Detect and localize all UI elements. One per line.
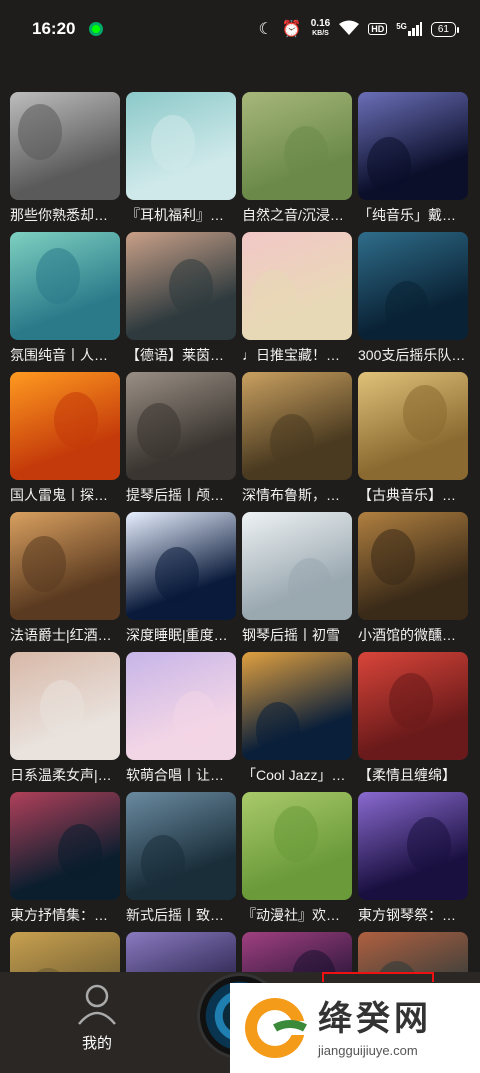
- playlist-card[interactable]: 小酒馆的微醺时刻: [358, 512, 468, 648]
- playlist-card[interactable]: 法语爵士|红酒与夜: [10, 512, 120, 648]
- playlist-card[interactable]: 「纯音乐」戴上耳机: [358, 92, 468, 228]
- playlist-title: 東方钢琴祭：永夜: [358, 907, 468, 923]
- playlist-cover-image: [358, 92, 468, 200]
- playlist-cover-image: [126, 232, 236, 340]
- playlist-title: 提琴后摇丨颅内高潮: [126, 487, 236, 503]
- nav-me-label: 我的: [81, 1035, 112, 1052]
- watermark-logo-icon: [245, 998, 307, 1058]
- playlist-title: 『耳机福利』二次元日系清新: [126, 207, 236, 223]
- playlist-cover-image: [358, 372, 468, 480]
- playlist-card[interactable]: 300支后摇乐队精选: [358, 232, 468, 368]
- playlist-title: 那些你熟悉却叫不出名字的纯音乐: [10, 207, 120, 223]
- playlist-cover-image: [242, 792, 352, 900]
- playlist-cover-image: [126, 92, 236, 200]
- playlist-cover-image: [126, 792, 236, 900]
- playlist-card[interactable]: 国人雷鬼丨探索独立音乐: [10, 372, 120, 508]
- playlist-title: 深情布鲁斯，吉他之魂: [242, 487, 352, 503]
- moon-icon: ☾: [258, 21, 273, 38]
- playlist-cover-image: [126, 512, 236, 620]
- playlist-cover-image: [242, 652, 352, 760]
- playlist-title: 深度睡眠|重度失眠者专用: [126, 627, 236, 643]
- playlist-title: 软萌合唱丨让你心动: [126, 767, 236, 783]
- playlist-title: 【德语】莱茵河畔的低语: [126, 347, 236, 363]
- playlist-card[interactable]: 【古典音乐】名曲精选: [358, 372, 468, 508]
- nav-me-tab[interactable]: 我的: [62, 982, 132, 1053]
- playlist-card[interactable]: 東方钢琴祭：永夜: [358, 792, 468, 928]
- playlist-title: 『动漫社』欢乐时光: [242, 907, 352, 923]
- playlist-card[interactable]: 東方抒情集：幻想乡: [10, 792, 120, 928]
- app-indicator-icon: [89, 22, 104, 36]
- playlist-title: 氛围纯音丨人间温柔: [10, 347, 120, 363]
- playlist-title: 日系温柔女声|治愈: [10, 767, 120, 783]
- battery-icon: 61: [430, 21, 460, 37]
- playlist-title: 钢琴后摇丨初雪: [242, 627, 340, 643]
- playlist-card[interactable]: 【德语】莱茵河畔的低语: [126, 232, 236, 368]
- playlist-card[interactable]: ♩日推宝藏！来自二次元: [242, 232, 352, 368]
- playlist-title: 新式后摇丨致敬孤独: [126, 907, 236, 923]
- playlist-cover-image: [10, 792, 120, 900]
- playlist-card[interactable]: 自然之音/沉浸式白噪音: [242, 92, 352, 228]
- playlist-cover-image: [358, 512, 468, 620]
- playlist-cover-image: [242, 232, 352, 340]
- playlist-title: 300支后摇乐队精选: [358, 347, 468, 363]
- playlist-card[interactable]: 新式后摇丨致敬孤独: [126, 792, 236, 928]
- status-bar: 16:20 ☾ ⏰ 0.16 KB/S HD 5G 61: [0, 0, 480, 58]
- red-highlight: [322, 972, 434, 982]
- playlist-grid: 那些你熟悉却叫不出名字的纯音乐『耳机福利』二次元日系清新自然之音/沉浸式白噪音「…: [10, 92, 470, 1068]
- playlist-title: 国人雷鬼丨探索独立音乐: [10, 487, 120, 503]
- playlist-cover-image: [242, 512, 352, 620]
- alarm-icon: ⏰: [281, 21, 302, 38]
- playlist-cover-image: [10, 652, 120, 760]
- watermark: 绛癸网 jiangguijiuye.com: [230, 983, 480, 1073]
- playlist-cover-image: [10, 92, 120, 200]
- playlist-card[interactable]: 钢琴后摇丨初雪: [242, 512, 352, 648]
- playlist-title: ♩日推宝藏！来自二次元: [242, 347, 352, 363]
- playlist-title: 東方抒情集：幻想乡: [10, 907, 120, 923]
- playlist-card[interactable]: 提琴后摇丨颅内高潮: [126, 372, 236, 508]
- playlist-card[interactable]: 深情布鲁斯，吉他之魂: [242, 372, 352, 508]
- user-icon: [78, 984, 116, 1025]
- signal-icon: 5G: [396, 22, 422, 36]
- playlist-title: 【柔情且缠绵】: [358, 767, 456, 783]
- playlist-cover-image: [126, 652, 236, 760]
- playlist-title: 「纯音乐」戴上耳机: [358, 207, 468, 223]
- net-speed: 0.16 KB/S: [310, 18, 331, 38]
- hd-badge: HD: [368, 23, 388, 35]
- playlist-cover-image: [358, 232, 468, 340]
- playlist-cover-image: [126, 372, 236, 480]
- playlist-title: 【古典音乐】名曲精选: [358, 487, 468, 503]
- playlist-cover-image: [242, 92, 352, 200]
- watermark-title: 绛癸网: [318, 999, 432, 1038]
- playlist-card[interactable]: 氛围纯音丨人间温柔: [10, 232, 120, 368]
- playlist-title: 法语爵士|红酒与夜: [10, 627, 120, 643]
- playlist-card[interactable]: 那些你熟悉却叫不出名字的纯音乐: [10, 92, 120, 228]
- playlist-cover-image: [10, 512, 120, 620]
- playlist-cover-image: [10, 232, 120, 340]
- playlist-title: 自然之音/沉浸式白噪音: [242, 207, 352, 223]
- playlist-cover-image: [358, 792, 468, 900]
- clock: 16:20: [32, 19, 76, 38]
- playlist-card[interactable]: 『动漫社』欢乐时光: [242, 792, 352, 928]
- playlist-title: 「Cool Jazz」夜晚小调: [242, 767, 352, 783]
- playlist-card[interactable]: 【柔情且缠绵】: [358, 652, 468, 788]
- watermark-url: jiangguijiuye.com: [318, 1042, 418, 1058]
- playlist-cover-image: [10, 372, 120, 480]
- wifi-icon: [339, 20, 360, 39]
- playlist-card[interactable]: 软萌合唱丨让你心动: [126, 652, 236, 788]
- playlist-card[interactable]: 『耳机福利』二次元日系清新: [126, 92, 236, 228]
- playlist-cover-image: [358, 652, 468, 760]
- playlist-card[interactable]: 深度睡眠|重度失眠者专用: [126, 512, 236, 648]
- playlist-title: 小酒馆的微醺时刻: [358, 627, 468, 643]
- playlist-card[interactable]: 日系温柔女声|治愈: [10, 652, 120, 788]
- playlist-card[interactable]: 「Cool Jazz」夜晚小调: [242, 652, 352, 788]
- playlist-cover-image: [242, 372, 352, 480]
